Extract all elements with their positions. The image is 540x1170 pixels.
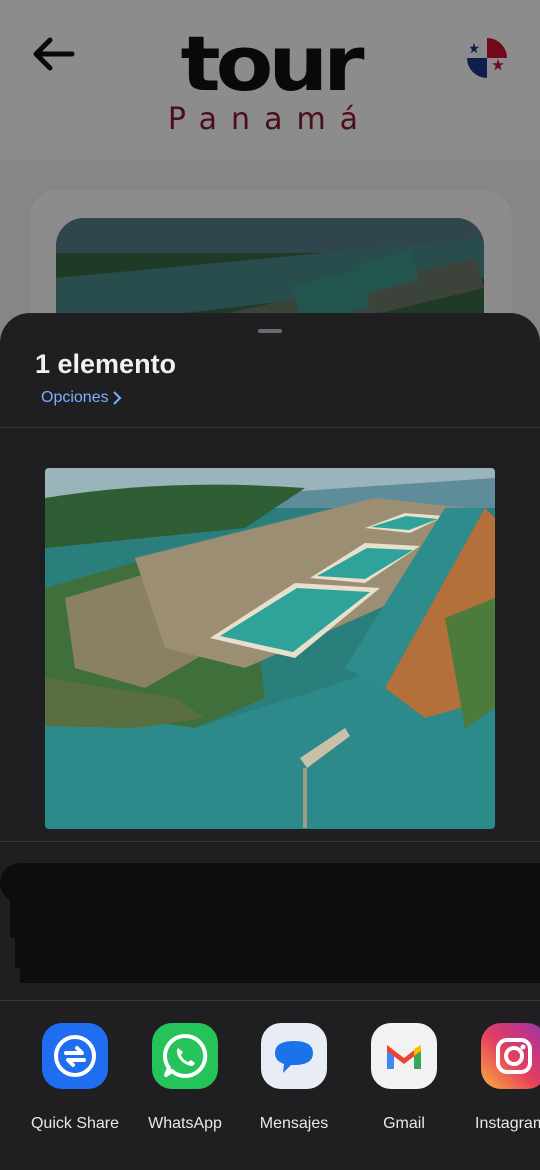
whatsapp-icon bbox=[152, 1023, 218, 1089]
divider bbox=[0, 427, 540, 428]
share-app-quick-share[interactable]: Quick Share bbox=[15, 1023, 135, 1133]
share-sheet: 1 elemento Opciones Quick Share WhatsApp… bbox=[0, 313, 540, 1170]
divider bbox=[0, 1000, 540, 1001]
app-label: Gmail bbox=[383, 1115, 425, 1132]
sheet-title: 1 elemento bbox=[35, 349, 177, 379]
background-app: tour Panamá bbox=[0, 0, 540, 390]
redacted-contacts bbox=[0, 853, 540, 1003]
share-apps-row: Quick Share WhatsApp Mensajes Gmail Inst… bbox=[0, 1013, 540, 1170]
app-label: Mensajes bbox=[259, 1115, 329, 1132]
messages-icon bbox=[261, 1023, 327, 1089]
options-label: Opciones bbox=[41, 389, 109, 406]
share-app-whatsapp[interactable]: WhatsApp bbox=[125, 1023, 245, 1133]
share-app-instagram[interactable]: Instagram bbox=[454, 1023, 540, 1133]
gmail-icon bbox=[371, 1023, 437, 1089]
divider bbox=[0, 841, 540, 842]
instagram-icon bbox=[481, 1023, 540, 1089]
app-label: WhatsApp bbox=[148, 1115, 222, 1132]
share-app-messages[interactable]: Mensajes bbox=[234, 1023, 354, 1133]
drag-handle[interactable] bbox=[258, 329, 282, 333]
quick-share-icon bbox=[42, 1023, 108, 1089]
app-label: Quick Share bbox=[30, 1115, 120, 1132]
chevron-right-icon bbox=[112, 391, 122, 405]
options-link[interactable]: Opciones bbox=[41, 389, 122, 407]
share-app-gmail[interactable]: Gmail bbox=[344, 1023, 464, 1133]
dim-overlay[interactable] bbox=[0, 0, 540, 340]
app-label: Instagram bbox=[475, 1115, 540, 1132]
shared-image-preview[interactable] bbox=[45, 468, 495, 829]
